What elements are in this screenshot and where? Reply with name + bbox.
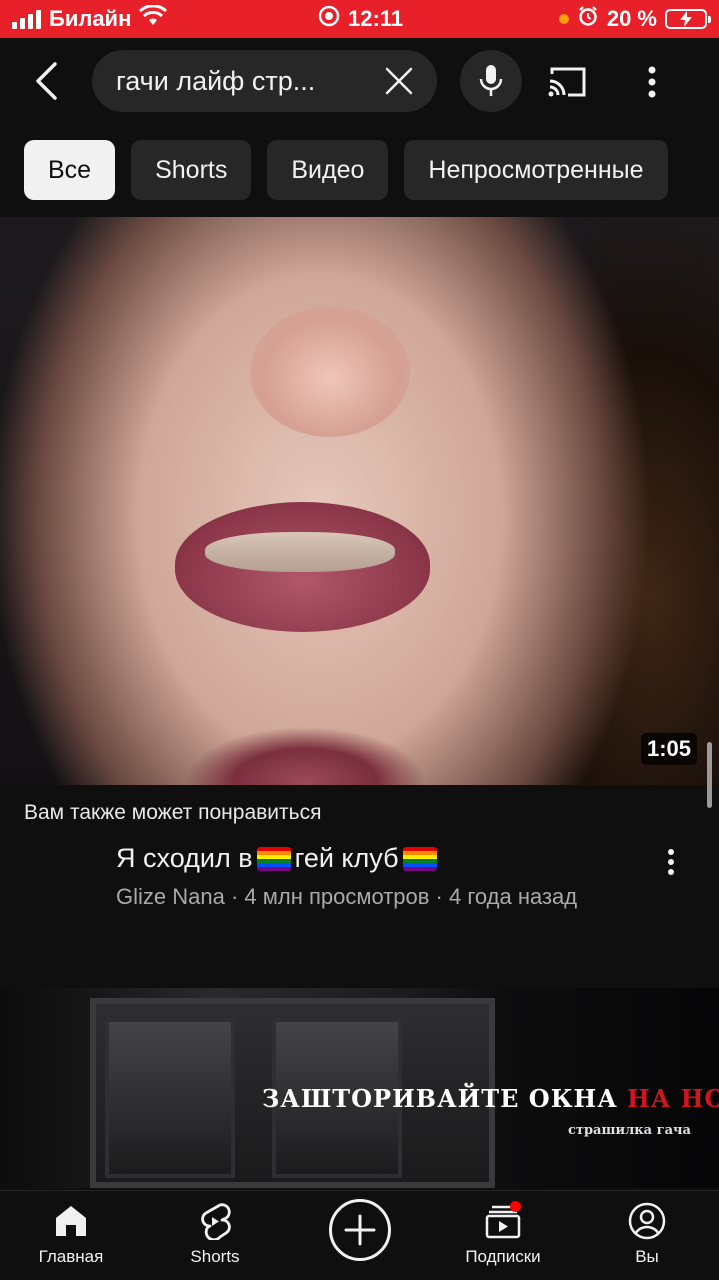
video-meta: Glize Nana · 4 млн просмотров · 4 года н… — [116, 884, 578, 909]
filter-chip-shorts[interactable]: Shorts — [131, 140, 252, 200]
filter-chip-video[interactable]: Видео — [267, 140, 389, 200]
filter-chip-all[interactable]: Все — [24, 140, 116, 200]
notification-dot — [510, 1201, 521, 1212]
carrier-label: Билайн — [49, 6, 132, 31]
next-video-thumbnail[interactable]: ЗАШТОРИВАЙТЕ ОКНА НА НОЧЬ страшилка гача — [0, 988, 719, 1188]
microphone-icon[interactable] — [460, 50, 522, 112]
filter-chip-unwatched[interactable]: Непросмотренные — [404, 140, 668, 200]
profile-icon — [627, 1201, 667, 1241]
thumbnail-face-detail — [205, 532, 395, 572]
video-duration: 1:05 — [640, 733, 697, 765]
screen-recording-icon — [318, 5, 340, 33]
shorts-icon — [195, 1201, 235, 1241]
rainbow-flag-icon — [402, 846, 437, 871]
search-header: гачи лайф стр... — [0, 38, 719, 130]
nav-shorts[interactable]: Shorts — [160, 1201, 270, 1273]
subscriptions-icon — [483, 1201, 523, 1241]
nav-you-label: Вы — [635, 1247, 659, 1266]
cast-icon[interactable] — [545, 60, 589, 104]
thumbnail-subtitle: страшилка гача — [568, 1123, 691, 1138]
nav-shorts-label: Shorts — [190, 1247, 240, 1266]
window-pane — [105, 1018, 235, 1178]
battery-charging-icon — [665, 9, 711, 29]
wifi-icon — [139, 4, 168, 33]
video-title-end: гей клуб — [294, 843, 399, 873]
search-query[interactable]: гачи лайф стр... — [116, 66, 381, 97]
plus-icon — [344, 1214, 376, 1246]
thumbnail-title-white: ЗАШТОРИВАЙТЕ ОКНА — [262, 1084, 618, 1113]
clear-icon[interactable] — [381, 63, 417, 99]
nav-subscriptions[interactable]: Подписки — [448, 1201, 558, 1273]
video-menu-icon[interactable] — [658, 845, 684, 879]
nav-you[interactable]: Вы — [592, 1201, 702, 1273]
signal-icon — [12, 9, 41, 29]
clock-time: 12:11 — [348, 6, 404, 31]
rainbow-flag-icon — [256, 846, 291, 871]
alarm-icon — [577, 5, 599, 33]
back-arrow-icon[interactable] — [28, 58, 64, 104]
thumbnail-face-detail — [250, 307, 410, 437]
more-vertical-icon[interactable] — [634, 60, 670, 104]
battery-percent: 20 % — [606, 6, 657, 31]
nav-subscriptions-label: Подписки — [465, 1247, 541, 1266]
status-bar: Билайн 12:11 20 % — [0, 0, 719, 38]
video-title[interactable]: Я сходил в гей клуб — [116, 843, 437, 874]
thumbnail-title-text: ЗАШТОРИВАЙТЕ ОКНА НА НОЧЬ — [262, 1084, 719, 1113]
nav-home[interactable]: Главная — [16, 1201, 126, 1273]
video-title-start: Я сходил в — [116, 843, 253, 873]
section-label: Вам также может понравиться — [24, 801, 322, 824]
home-icon — [51, 1201, 91, 1241]
filter-chips: Все Shorts Видео Непросмотренные — [24, 140, 668, 200]
orange-indicator-icon — [558, 14, 569, 24]
video-thumbnail[interactable]: 1:05 — [0, 217, 719, 785]
nav-home-label: Главная — [38, 1247, 104, 1266]
thumbnail-title-red: НА НОЧЬ — [627, 1084, 719, 1113]
scrollbar[interactable] — [707, 742, 712, 808]
search-input[interactable]: гачи лайф стр... — [92, 50, 437, 112]
create-button[interactable] — [329, 1199, 391, 1261]
